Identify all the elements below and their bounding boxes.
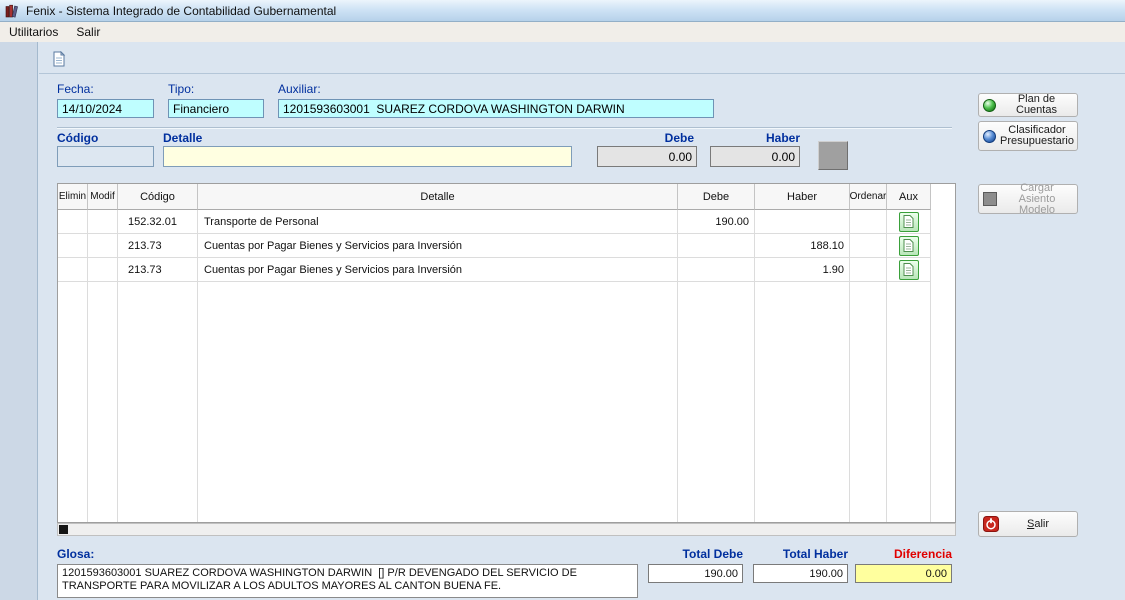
green-sphere-icon <box>983 99 996 112</box>
total-haber-label: Total Haber <box>753 547 848 561</box>
aux-cell <box>887 210 931 234</box>
menu-bar: Utilitarios Salir <box>0 22 1125 42</box>
total-haber-field <box>753 564 848 583</box>
elimin-cell <box>58 234 88 258</box>
debe-cell: 190.00 <box>678 210 755 234</box>
auxiliar-input[interactable] <box>278 99 714 118</box>
entry-action-button[interactable] <box>818 141 848 170</box>
modif-cell <box>88 234 118 258</box>
header-detalle: Detalle <box>198 184 678 210</box>
plan-de-cuentas-button[interactable]: Plan de Cuentas <box>978 93 1078 117</box>
salir-label: Salir <box>1003 519 1073 530</box>
table-row[interactable]: 213.73 Cuentas por Pagar Bienes y Servic… <box>58 234 955 258</box>
haber-cell <box>755 210 850 234</box>
fecha-label: Fecha: <box>57 82 94 96</box>
aux-detail-button[interactable] <box>899 260 919 280</box>
window-title: Fenix - Sistema Integrado de Contabilida… <box>26 4 336 18</box>
header-aux: Aux <box>887 184 931 210</box>
header-elimin: Elimin <box>58 184 88 210</box>
glosa-label: Glosa: <box>57 547 94 561</box>
new-document-button[interactable] <box>47 47 70 70</box>
haber-cell: 1.90 <box>755 258 850 282</box>
diferencia-field <box>855 564 952 583</box>
fecha-input[interactable] <box>57 99 154 118</box>
header-codigo: Código <box>118 184 198 210</box>
debe-cell <box>678 234 755 258</box>
ordenar-cell <box>850 210 887 234</box>
app-books-icon <box>5 4 21 18</box>
gray-square-icon <box>983 192 997 206</box>
codigo-entry-label: Código <box>57 131 98 145</box>
title-bar: Fenix - Sistema Integrado de Contabilida… <box>0 0 1125 22</box>
codigo-cell: 213.73 <box>118 258 198 282</box>
diferencia-label: Diferencia <box>855 547 952 561</box>
header-modif: Modif <box>88 184 118 210</box>
scrollbar-thumb[interactable] <box>59 525 68 534</box>
blue-sphere-icon <box>983 130 996 143</box>
detalle-cell: Transporte de Personal <box>198 210 678 234</box>
cargar-asiento-modelo-button[interactable]: Cargar Asiento Modelo <box>978 184 1078 214</box>
grid-empty-area <box>58 282 955 522</box>
glosa-textarea[interactable]: 1201593603001 SUAREZ CORDOVA WASHINGTON … <box>57 564 638 598</box>
codigo-cell: 213.73 <box>118 234 198 258</box>
grid-header-row: Elimin Modif Código Detalle Debe Haber O… <box>58 184 955 210</box>
table-row[interactable]: 152.32.01 Transporte de Personal 190.00 <box>58 210 955 234</box>
debe-entry-label: Debe <box>597 131 694 145</box>
header-haber: Haber <box>755 184 850 210</box>
aux-cell <box>887 234 931 258</box>
detalle-cell: Cuentas por Pagar Bienes y Servicios par… <box>198 258 678 282</box>
modif-cell <box>88 210 118 234</box>
codigo-entry-input[interactable] <box>57 146 154 167</box>
haber-entry-input[interactable] <box>710 146 800 167</box>
debe-entry-input[interactable] <box>597 146 697 167</box>
tipo-label: Tipo: <box>168 82 194 96</box>
cargar-asiento-label: Cargar Asiento Modelo <box>1001 183 1073 216</box>
codigo-cell: 152.32.01 <box>118 210 198 234</box>
clasificador-label: Clasificador Presupuestario <box>1000 125 1074 147</box>
auxiliar-label: Auxiliar: <box>278 82 321 96</box>
elimin-cell <box>58 210 88 234</box>
aux-detail-button[interactable] <box>899 236 919 256</box>
detalle-cell: Cuentas por Pagar Bienes y Servicios par… <box>198 234 678 258</box>
aux-document-icon <box>903 215 914 228</box>
elimin-cell <box>58 258 88 282</box>
tipo-input[interactable] <box>168 99 264 118</box>
debe-cell <box>678 258 755 282</box>
plan-de-cuentas-label: Plan de Cuentas <box>1000 94 1073 116</box>
detalle-entry-label: Detalle <box>163 131 202 145</box>
aux-document-icon <box>903 239 914 252</box>
grid-horizontal-scrollbar[interactable] <box>57 523 956 536</box>
aux-detail-button[interactable] <box>899 212 919 232</box>
haber-entry-label: Haber <box>710 131 800 145</box>
entries-grid: Elimin Modif Código Detalle Debe Haber O… <box>57 183 956 523</box>
form-divider <box>57 127 952 129</box>
detalle-entry-input[interactable] <box>163 146 572 167</box>
salir-button[interactable]: Salir <box>978 511 1078 537</box>
power-icon <box>983 516 999 532</box>
document-icon <box>51 51 67 67</box>
toolbar <box>39 42 1125 74</box>
aux-document-icon <box>903 263 914 276</box>
clasificador-presupuestario-button[interactable]: Clasificador Presupuestario <box>978 121 1078 151</box>
left-side-strip <box>0 42 38 600</box>
menu-item-utilitarios[interactable]: Utilitarios <box>0 23 67 41</box>
haber-cell: 188.10 <box>755 234 850 258</box>
ordenar-cell <box>850 258 887 282</box>
aux-cell <box>887 258 931 282</box>
ordenar-cell <box>850 234 887 258</box>
total-debe-label: Total Debe <box>648 547 743 561</box>
modif-cell <box>88 258 118 282</box>
menu-item-salir[interactable]: Salir <box>67 23 109 41</box>
header-debe: Debe <box>678 184 755 210</box>
total-debe-field <box>648 564 743 583</box>
header-ordenar: Ordenar <box>850 184 887 210</box>
table-row[interactable]: 213.73 Cuentas por Pagar Bienes y Servic… <box>58 258 955 282</box>
application-window: Fenix - Sistema Integrado de Contabilida… <box>0 0 1125 600</box>
